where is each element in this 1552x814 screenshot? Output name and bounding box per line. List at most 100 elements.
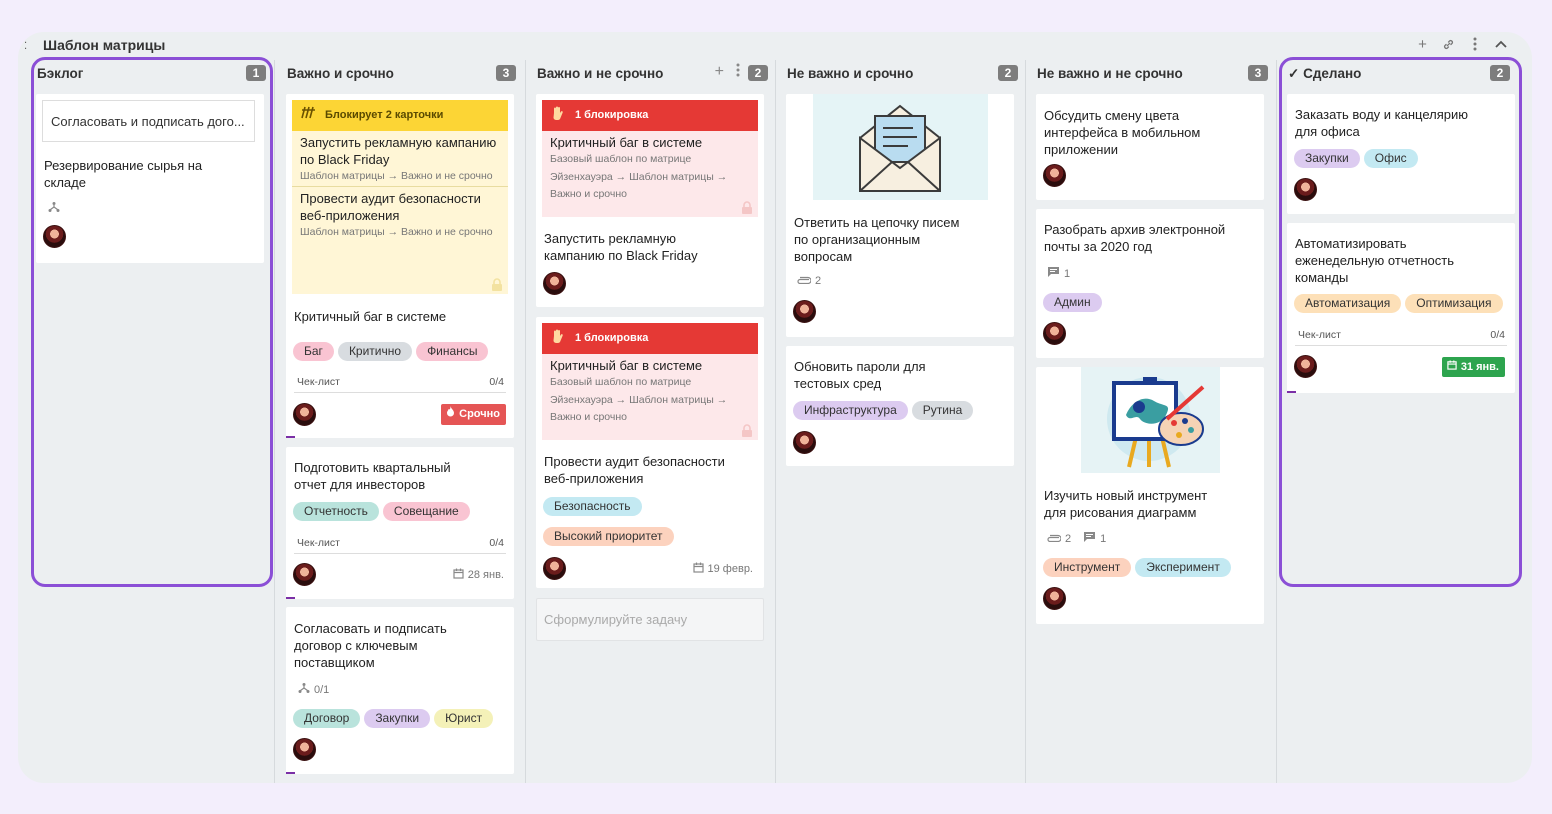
- tag[interactable]: Закупки: [364, 709, 431, 728]
- tag[interactable]: Отчетность: [293, 502, 379, 521]
- drag-handle-icon[interactable]: ⁚: [24, 41, 27, 52]
- tag[interactable]: Безопасность: [543, 497, 642, 516]
- avatar[interactable]: [1043, 587, 1066, 610]
- card[interactable]: Подготовить квартальный отчет для инвест…: [286, 447, 514, 599]
- avatar[interactable]: [1043, 322, 1066, 345]
- card-title: Резервирование сырья на складе: [44, 158, 203, 190]
- column-title: ✓ Сделано: [1288, 66, 1362, 81]
- blocking-banner[interactable]: Блокирует 2 карточки: [292, 100, 508, 131]
- avatar[interactable]: [1294, 355, 1317, 378]
- comments-value: 1: [1064, 267, 1071, 280]
- checklist-value: 0/4: [1490, 329, 1505, 341]
- tag[interactable]: Инфраструктура: [793, 401, 908, 420]
- avatar[interactable]: [1294, 178, 1317, 201]
- tag[interactable]: Юрист: [434, 709, 494, 728]
- column-count-badge: 2: [1490, 65, 1510, 81]
- urgent-badge[interactable]: Срочно: [441, 404, 506, 425]
- urgent-badge-label: Срочно: [459, 408, 500, 420]
- tag[interactable]: Рутина: [911, 401, 974, 420]
- card[interactable]: Обновить пароли для тестовых сред Инфрас…: [786, 346, 1014, 466]
- card[interactable]: Изучить новый инструмент для рисования д…: [1036, 367, 1264, 624]
- plus-icon[interactable]: +: [1415, 36, 1430, 52]
- card[interactable]: Согласовать и подписать дого... Резервир…: [36, 94, 264, 263]
- tag[interactable]: Автоматизация: [1294, 294, 1402, 313]
- tag-list: Автоматизация Оптимизация: [1294, 294, 1503, 313]
- column-urgent-important: Важно и срочно 3 Блокирует 2 карточки За…: [275, 60, 525, 783]
- blocked-card-path: Базовый шаблон по матрице Эйзенхауэра → …: [550, 376, 728, 423]
- card-title-input[interactable]: Согласовать и подписать дого...: [42, 100, 255, 142]
- attachments-count[interactable]: 2: [796, 275, 821, 287]
- due-date[interactable]: 28 янв.: [453, 568, 504, 582]
- card[interactable]: Ответить на цепочку писем по организацио…: [786, 94, 1014, 337]
- tag[interactable]: Финансы: [416, 342, 489, 361]
- card[interactable]: Разобрать архив электронной почты за 202…: [1036, 209, 1264, 358]
- attachments-value: 2: [815, 275, 822, 287]
- avatar[interactable]: [793, 300, 816, 323]
- tag[interactable]: Закупки: [1294, 149, 1360, 168]
- tag[interactable]: Офис: [1363, 149, 1418, 168]
- avatar[interactable]: [293, 403, 316, 426]
- blocking-icon: [301, 106, 316, 124]
- tag[interactable]: Баг: [293, 342, 334, 361]
- column-count-badge: 1: [246, 65, 266, 81]
- tag[interactable]: Высокий приоритет: [543, 527, 674, 546]
- tag[interactable]: Оптимизация: [1405, 294, 1503, 313]
- card[interactable]: Согласовать и подписать договор с ключев…: [286, 607, 514, 774]
- tag[interactable]: Админ: [1043, 293, 1102, 312]
- attachments-count[interactable]: 2: [1046, 531, 1071, 546]
- link-icon[interactable]: [1441, 36, 1456, 52]
- avatar[interactable]: [1043, 164, 1066, 187]
- checklist-progress[interactable]: Чек-лист 0/4: [1295, 329, 1507, 346]
- tag[interactable]: Совещание: [382, 502, 470, 521]
- blocked-card-title[interactable]: Запустить рекламную кампанию по Black Fr…: [300, 134, 500, 168]
- avatar[interactable]: [293, 563, 316, 586]
- due-date[interactable]: 19 февр.: [692, 562, 753, 576]
- subtasks-count[interactable]: 0/1: [298, 682, 329, 697]
- tag-list: Баг Критично Финансы: [293, 342, 489, 361]
- avatar[interactable]: [793, 431, 816, 454]
- add-card-icon[interactable]: +: [715, 63, 724, 82]
- avatar[interactable]: [293, 738, 316, 761]
- tag[interactable]: Критично: [337, 342, 413, 361]
- tag-list: Закупки Офис: [1294, 149, 1418, 168]
- collapse-icon[interactable]: [1493, 36, 1508, 52]
- avatar[interactable]: [43, 225, 66, 248]
- comments-count[interactable]: 1: [1083, 531, 1106, 546]
- card[interactable]: 1 блокировка Критичный баг в системе Баз…: [536, 317, 764, 588]
- blocked-card-title[interactable]: Критичный баг в системе: [550, 357, 750, 374]
- card[interactable]: Обсудить смену цвета интерфейса в мобиль…: [1036, 94, 1264, 200]
- avatar[interactable]: [543, 557, 566, 580]
- card-title: Заказать воду и канцелярию для офиса: [1295, 107, 1469, 139]
- card[interactable]: Блокирует 2 карточки Запустить рекламную…: [286, 94, 514, 438]
- checklist-label: Чек-лист: [1298, 329, 1341, 341]
- blocking-banner[interactable]: 1 блокировка: [542, 323, 758, 354]
- hand-stop-icon: [551, 329, 564, 349]
- column-header: Не важно и не срочно 3: [1026, 60, 1276, 86]
- paperclip-icon: [1046, 533, 1062, 545]
- comment-icon: [1047, 266, 1060, 281]
- column-header: Бэклог 1: [25, 60, 275, 86]
- more-icon[interactable]: [1467, 36, 1482, 52]
- card[interactable]: Автоматизировать еженедельную отчетность…: [1287, 223, 1515, 393]
- tag[interactable]: Эксперимент: [1135, 558, 1231, 577]
- due-date-badge[interactable]: 31 янв.: [1441, 357, 1505, 377]
- comments-count[interactable]: 1: [1047, 266, 1070, 281]
- blocked-card-title[interactable]: Критичный баг в системе: [550, 134, 750, 151]
- tag[interactable]: Договор: [293, 709, 361, 728]
- tag[interactable]: Инструмент: [1043, 558, 1132, 577]
- column-header: Важно и срочно 3: [275, 60, 525, 86]
- blocked-card-path: Базовый шаблон по матрице Эйзенхауэра → …: [550, 153, 728, 200]
- checklist-label: Чек-лист: [297, 376, 340, 388]
- checklist-progress[interactable]: Чек-лист 0/4: [294, 376, 506, 393]
- column-title: Бэклог: [37, 66, 84, 81]
- checklist-progress[interactable]: Чек-лист 0/4: [294, 537, 506, 554]
- blocked-card-list: Запустить рекламную кампанию по Black Fr…: [292, 131, 508, 294]
- card[interactable]: 1 блокировка Критичный баг в системе Баз…: [536, 94, 764, 307]
- blocking-banner[interactable]: 1 блокировка: [542, 100, 758, 131]
- avatar[interactable]: [543, 272, 566, 295]
- card[interactable]: Заказать воду и канцелярию для офиса Зак…: [1287, 94, 1515, 214]
- column-menu-icon[interactable]: [736, 63, 740, 82]
- blocked-card-title[interactable]: Провести аудит безопасности веб-приложен…: [300, 190, 500, 224]
- card-title: Запустить рекламную кампанию по Black Fr…: [544, 231, 698, 263]
- new-task-input[interactable]: Сформулируйте задачу: [536, 598, 764, 641]
